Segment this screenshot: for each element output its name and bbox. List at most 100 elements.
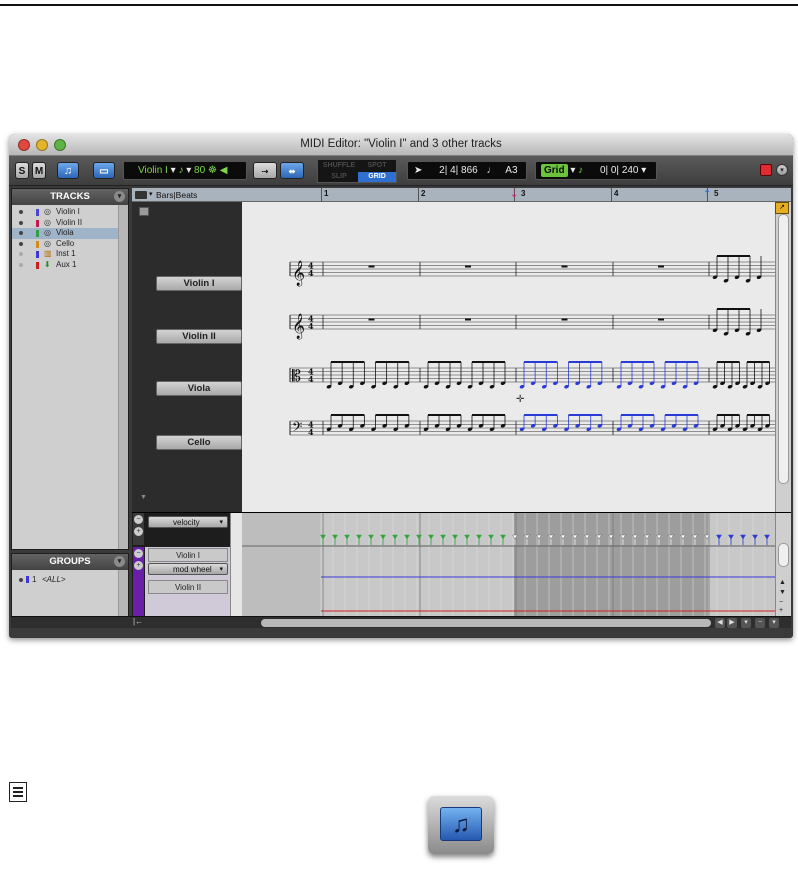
bottom-scroll-strip: |← ◀ ▶ ▾ − ▾ — [11, 616, 791, 628]
bar-label: 4 — [614, 189, 619, 198]
scroll-thumb[interactable] — [778, 543, 789, 567]
whole-rest — [658, 265, 664, 268]
track-visibility-dot[interactable] — [19, 210, 23, 214]
cursor-display: ➤ 2| 4| 866 ♩ A3 — [407, 161, 527, 180]
tracks-header[interactable]: TRACKS ▾ — [12, 189, 128, 205]
staff-name-viola[interactable]: Viola — [156, 381, 242, 396]
time-signature-bottom: 4 — [308, 268, 314, 278]
track-selector[interactable]: Violin I — [138, 165, 168, 176]
mode-spot[interactable]: SPOT — [358, 161, 396, 171]
score-vertical-scrollbar[interactable] — [775, 202, 791, 512]
chevron-down-icon[interactable]: ▾ — [186, 165, 194, 176]
chevron-down-icon[interactable]: ▾ — [641, 165, 646, 176]
staff-name-cello[interactable]: Cello — [156, 435, 242, 450]
velocity-value[interactable]: 80 — [194, 165, 205, 176]
plus-icon[interactable]: + — [779, 607, 783, 614]
options-icon[interactable]: ▾ — [114, 191, 125, 202]
scroll-thumb[interactable] — [778, 214, 789, 484]
mode-shuffle[interactable]: SHUFFLE — [320, 161, 358, 171]
track-visibility-dot[interactable] — [19, 231, 23, 235]
plus-icon[interactable]: + — [134, 561, 143, 570]
zoom-out-icon[interactable]: ▾ — [741, 618, 751, 628]
groups-panel: GROUPS ▾ 1 <ALL> — [11, 553, 129, 625]
score-canvas[interactable]: 𝄞 44𝄞 44𝄡 44𝄢 44✛ — [242, 202, 775, 512]
solo-button[interactable]: S — [15, 162, 29, 179]
notation-view-button[interactable]: ♫ — [57, 162, 79, 179]
chevron-down-icon[interactable]: ▾ — [219, 517, 223, 528]
minus-icon[interactable]: − — [779, 599, 783, 606]
velocity-lane-selector[interactable]: velocity ▾ — [148, 516, 228, 528]
record-icon[interactable] — [760, 164, 772, 176]
track-name: Violin I — [56, 207, 80, 216]
lanes-vertical-scrollbar[interactable]: ▲ ▼ − + — [775, 513, 791, 616]
title-bar[interactable]: MIDI Editor: "Violin I" and 3 other trac… — [9, 134, 793, 156]
quarter-note-icon: ♩ — [486, 165, 497, 176]
track-item-inst-1[interactable]: ▥ Inst 1 — [12, 249, 118, 260]
track-visibility-dot[interactable] — [19, 241, 23, 246]
collapse-arrow-icon[interactable]: ▼ — [140, 494, 147, 501]
selection-start-marker-icon[interactable]: ⇣ — [510, 189, 518, 200]
page-rule — [0, 4, 798, 6]
track-visibility-dot[interactable] — [19, 220, 23, 225]
scroll-right-icon[interactable]: ▶ — [727, 618, 737, 628]
keyboard-input-button[interactable]: ▭ — [93, 162, 115, 179]
list-icon[interactable] — [139, 207, 149, 216]
track-item-aux-1[interactable]: ⬇ Aux 1 — [12, 260, 118, 271]
groups-header[interactable]: GROUPS ▾ — [12, 554, 128, 570]
tracks-scrollbar[interactable] — [118, 205, 128, 549]
horizontal-scrollbar[interactable] — [261, 619, 711, 627]
bars-beats-ruler[interactable]: 1 2 3 4 5 ⇣ ⇡ — [242, 188, 791, 202]
plus-icon[interactable]: + — [134, 527, 143, 536]
mode-slip[interactable]: SLIP — [320, 172, 358, 182]
score-view[interactable]: 𝄞 4 4 𝄞 4 4 𝄡 4 4 𝄢 4 4 ✛ — [242, 202, 775, 512]
chevron-down-icon[interactable]: ▾ — [570, 165, 575, 176]
group-active-dot[interactable] — [19, 578, 23, 582]
zoom-left-icon[interactable]: |← — [133, 617, 143, 626]
chevron-down-icon[interactable]: ▾ — [149, 188, 153, 202]
minus-icon[interactable]: − — [134, 515, 143, 524]
group-item-all[interactable]: 1 <ALL> — [12, 574, 118, 585]
lane-controls: − + − + — [133, 513, 144, 617]
track-item-violin-2[interactable]: ◎ Violin II — [12, 218, 118, 229]
track-item-violin-1[interactable]: ◎ Violin I — [12, 207, 118, 218]
menu-icon[interactable]: ▾ — [776, 164, 788, 176]
whole-rest — [465, 318, 471, 321]
scroll-up-icon[interactable]: ▲ — [779, 579, 786, 586]
lane-controller-label: mod wheel — [173, 565, 212, 574]
mirror-edit-button[interactable]: ⇢ — [253, 162, 277, 179]
mode-grid[interactable]: GRID — [358, 172, 396, 182]
grid-toggle[interactable]: Grid — [541, 164, 568, 177]
modwheel-lane-selector[interactable]: mod wheel ▾ — [148, 563, 228, 575]
track-name: Inst 1 — [56, 249, 76, 258]
options-icon[interactable]: ▾ — [114, 556, 125, 567]
whole-rest — [368, 318, 375, 321]
midi-track-icon: ◎ — [44, 228, 51, 237]
timebase-ruler-header[interactable]: ▾ Bars|Beats — [132, 188, 242, 202]
controller-lanes[interactable]: ▲ ▼ − + — [242, 512, 791, 616]
track-visibility-dot[interactable] — [19, 252, 23, 256]
staff-name-violin-2[interactable]: Violin II — [156, 329, 242, 344]
controller-canvas[interactable] — [242, 513, 775, 616]
mute-button[interactable]: M — [32, 162, 46, 179]
expand-icon[interactable]: ↗ — [775, 202, 789, 214]
selection-end-marker-icon[interactable]: ⇡ — [703, 189, 711, 200]
clef-symbol: 𝄞 — [292, 313, 305, 339]
scroll-left-icon[interactable]: ◀ — [715, 618, 725, 628]
speaker-icon[interactable]: ◀ — [220, 165, 228, 176]
zoom-minus-icon[interactable]: − — [755, 618, 765, 628]
chevron-down-icon[interactable]: ▾ — [219, 564, 223, 575]
bar-tick — [321, 188, 322, 202]
staff-name-violin-1[interactable]: Violin I — [156, 276, 242, 291]
whole-rest — [368, 265, 375, 268]
track-item-cello[interactable]: ◎ Cello — [12, 239, 118, 250]
track-visibility-dot[interactable] — [19, 262, 23, 267]
minus-icon[interactable]: − — [134, 549, 143, 558]
midi-thru-icon[interactable]: ☸ — [208, 165, 217, 176]
scroll-down-icon[interactable]: ▼ — [779, 589, 786, 596]
controller-lane-headers: − + − + velocity ▾ Violin I mod wheel ▾ … — [132, 512, 242, 617]
grid-value[interactable]: 0| 0| 240 — [600, 165, 639, 176]
follow-button[interactable]: ⇹ — [280, 162, 304, 179]
midi-track-icon: ◎ — [44, 207, 51, 216]
track-item-viola[interactable]: ◎ Viola — [12, 228, 118, 239]
zoom-plus-icon[interactable]: ▾ — [769, 618, 779, 628]
